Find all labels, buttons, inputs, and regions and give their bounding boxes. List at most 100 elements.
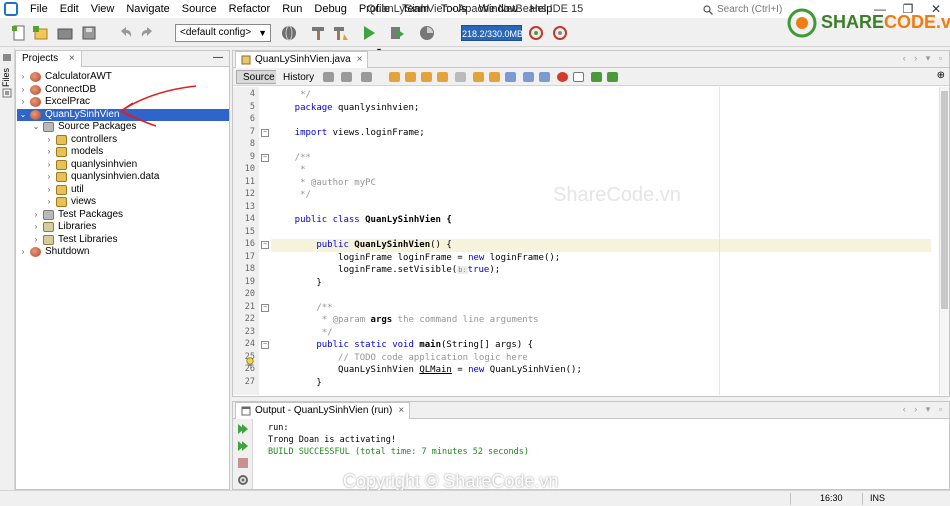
expand-right-icon[interactable]: › <box>31 234 41 246</box>
find-previous-icon[interactable] <box>405 72 416 82</box>
toggle-highlight-icon[interactable] <box>437 72 448 82</box>
expand-right-icon[interactable]: › <box>44 171 54 183</box>
menu-edit[interactable]: Edit <box>54 0 85 18</box>
profile-icon[interactable] <box>418 24 436 42</box>
find-selection-icon[interactable] <box>389 72 400 82</box>
menu-tools[interactable]: Tools <box>435 0 473 18</box>
tab-history[interactable]: History <box>276 70 322 84</box>
output-tab-controls[interactable]: ‹ › ▾ ▫ <box>903 404 945 415</box>
menu-navigate[interactable]: Navigate <box>120 0 175 18</box>
tree-item[interactable]: › quanlysinhvien <box>44 159 137 172</box>
close-icon[interactable]: × <box>69 53 75 64</box>
tree-item[interactable]: › Test Packages <box>31 209 123 222</box>
run-icon[interactable] <box>360 24 378 42</box>
expand-right-icon[interactable]: › <box>44 196 54 208</box>
minimize-panel-icon[interactable]: — <box>213 51 223 65</box>
editor-scroll-thumb[interactable] <box>941 91 948 309</box>
start-macro-icon[interactable] <box>557 72 568 82</box>
open-project-icon[interactable] <box>56 24 74 42</box>
comment-icon[interactable] <box>591 72 602 82</box>
menu-file[interactable]: File <box>24 0 54 18</box>
close-icon[interactable]: × <box>398 403 404 419</box>
menu-window[interactable]: Window <box>473 0 524 18</box>
tree-item[interactable]: › ExcelPrac <box>18 96 90 109</box>
menu-refactor[interactable]: Refactor <box>223 0 277 18</box>
find-next-icon[interactable] <box>421 72 432 82</box>
menu-debug[interactable]: Debug <box>308 0 352 18</box>
files-tab[interactable]: Files <box>1 68 11 87</box>
menu-team[interactable]: Team <box>396 0 435 18</box>
expand-right-icon[interactable]: › <box>18 84 28 96</box>
new-file-icon[interactable] <box>10 24 28 42</box>
tree-item[interactable]: › Libraries <box>31 221 96 234</box>
expand-right-icon[interactable]: › <box>44 146 54 158</box>
tab-quanlysinhvien-java[interactable]: QuanLySinhVien.java × <box>235 51 369 68</box>
tab-projects[interactable]: Projects × <box>16 51 82 67</box>
fold-toggle-icon[interactable]: − <box>261 153 269 162</box>
expand-right-icon[interactable]: › <box>44 134 54 146</box>
toggle-bookmark-icon[interactable] <box>505 72 516 82</box>
close-icon[interactable]: × <box>357 52 363 68</box>
save-all-icon[interactable] <box>80 24 98 42</box>
fold-toggle-icon[interactable]: − <box>261 341 269 349</box>
tab-output[interactable]: Output - QuanLySinhVien (run) × <box>235 402 411 419</box>
menu-view[interactable]: View <box>85 0 121 18</box>
tree-item[interactable]: › ConnectDB <box>18 84 96 97</box>
menu-help[interactable]: Help <box>524 0 559 18</box>
expand-right-icon[interactable]: › <box>44 184 54 196</box>
tree-item[interactable]: › CalculatorAWT <box>18 71 112 84</box>
expand-right-icon[interactable]: › <box>44 159 54 171</box>
last-edit-icon[interactable] <box>323 72 334 82</box>
expand-right-icon[interactable]: › <box>18 246 28 258</box>
menu-profile[interactable]: Profile <box>353 0 396 18</box>
rerun-icon[interactable] <box>237 423 249 435</box>
editor-tab-controls[interactable]: ‹ › ▾ ▫ <box>903 53 945 64</box>
expand-right-icon[interactable]: › <box>31 221 41 233</box>
tree-item[interactable]: › Shutdown <box>18 246 89 259</box>
stop-icon[interactable] <box>237 457 249 469</box>
fold-toggle-icon[interactable]: − <box>261 303 269 312</box>
globe-icon[interactable] <box>280 24 298 42</box>
toggle-rect-selection-icon[interactable] <box>455 72 466 82</box>
shift-right-icon[interactable] <box>539 72 550 82</box>
next-bookmark-icon[interactable] <box>489 72 500 82</box>
back-icon[interactable] <box>341 72 352 82</box>
config-dropdown[interactable]: <default config> ▼ <box>175 24 271 42</box>
profiler-snapshot-icon[interactable] <box>551 24 569 42</box>
expand-right-icon[interactable]: › <box>18 96 28 108</box>
projects-strip-icon[interactable] <box>2 52 12 62</box>
previous-bookmark-icon[interactable] <box>473 72 484 82</box>
fold-toggle-icon[interactable]: − <box>261 128 269 137</box>
editor-scrollbar[interactable] <box>939 87 949 395</box>
insert-mode[interactable]: INS <box>870 493 885 503</box>
expand-right-icon[interactable]: › <box>18 71 28 83</box>
fold-toggle-icon[interactable]: − <box>261 241 269 249</box>
split-editor-icon[interactable]: ⊕ <box>937 70 945 81</box>
shift-left-icon[interactable] <box>523 72 534 82</box>
forward-icon[interactable] <box>361 72 372 82</box>
memory-indicator[interactable]: 218.2/330.0MB <box>461 25 523 41</box>
expand-down-icon[interactable]: ⌄ <box>31 121 41 133</box>
expand-down-icon[interactable]: ⌄ <box>18 109 28 121</box>
rerun-with-options-icon[interactable] <box>237 440 249 452</box>
gc-icon[interactable] <box>527 24 545 42</box>
new-project-icon[interactable] <box>32 24 50 42</box>
tree-item[interactable]: › controllers <box>44 134 117 147</box>
uncomment-icon[interactable] <box>607 72 618 82</box>
tree-item[interactable]: › views <box>44 196 96 209</box>
settings-gear-icon[interactable] <box>237 474 249 486</box>
clean-build-icon[interactable] <box>332 24 350 42</box>
tree-item[interactable]: › util <box>44 184 84 197</box>
tab-source[interactable]: Source <box>236 70 282 84</box>
redo-icon[interactable] <box>139 24 157 42</box>
tree-item[interactable]: › quanlysinhvien.data <box>44 171 159 184</box>
tree-item[interactable]: › Test Libraries <box>31 234 117 247</box>
hint-bulb-icon[interactable] <box>245 357 255 367</box>
menu-run[interactable]: Run <box>276 0 308 18</box>
build-hammer-icon[interactable] <box>309 24 327 42</box>
debug-icon[interactable] <box>388 24 406 42</box>
services-strip-icon[interactable] <box>2 88 12 98</box>
menu-source[interactable]: Source <box>176 0 223 18</box>
expand-right-icon[interactable]: › <box>31 209 41 221</box>
stop-macro-icon[interactable] <box>573 72 584 82</box>
